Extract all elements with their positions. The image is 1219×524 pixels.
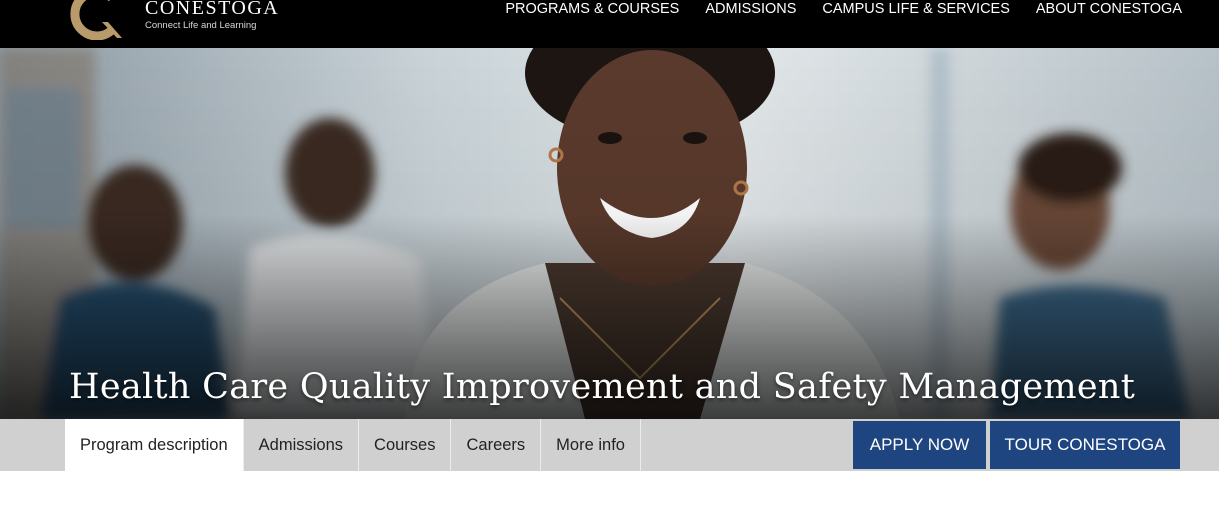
conestoga-c-logo-icon[interactable] <box>68 0 130 41</box>
nav-campus-life-services[interactable]: CAMPUS LIFE & SERVICES <box>822 0 1009 18</box>
program-title: Health Care Quality Improvement and Safe… <box>69 367 1136 407</box>
nav-admissions[interactable]: ADMISSIONS <box>705 0 796 18</box>
hero-banner: Health Care Quality Improvement and Safe… <box>0 48 1219 419</box>
tab-admissions[interactable]: Admissions <box>244 419 360 471</box>
hero-photo <box>0 48 1219 419</box>
top-navigation-bar: CONESTOGA Connect Life and Learning PROG… <box>0 0 1219 48</box>
tab-careers[interactable]: Careers <box>451 419 542 471</box>
tab-courses[interactable]: Courses <box>359 419 452 471</box>
nav-about-conestoga[interactable]: ABOUT CONESTOGA <box>1036 0 1182 18</box>
tab-program-description[interactable]: Program description <box>65 419 244 471</box>
tour-conestoga-button[interactable]: TOUR CONESTOGA <box>990 421 1180 469</box>
apply-now-button[interactable]: APPLY NOW <box>853 421 986 469</box>
main-navigation: PROGRAMS & COURSES ADMISSIONS CAMPUS LIF… <box>505 0 1182 18</box>
logo-tagline: Connect Life and Learning <box>145 20 257 31</box>
program-tabs: Program description Admissions Courses C… <box>65 419 641 471</box>
nav-programs-courses[interactable]: PROGRAMS & COURSES <box>505 0 679 18</box>
tab-more-info[interactable]: More info <box>541 419 641 471</box>
program-tab-bar: Program description Admissions Courses C… <box>0 419 1219 471</box>
logo-wordmark[interactable]: CONESTOGA <box>145 0 279 20</box>
